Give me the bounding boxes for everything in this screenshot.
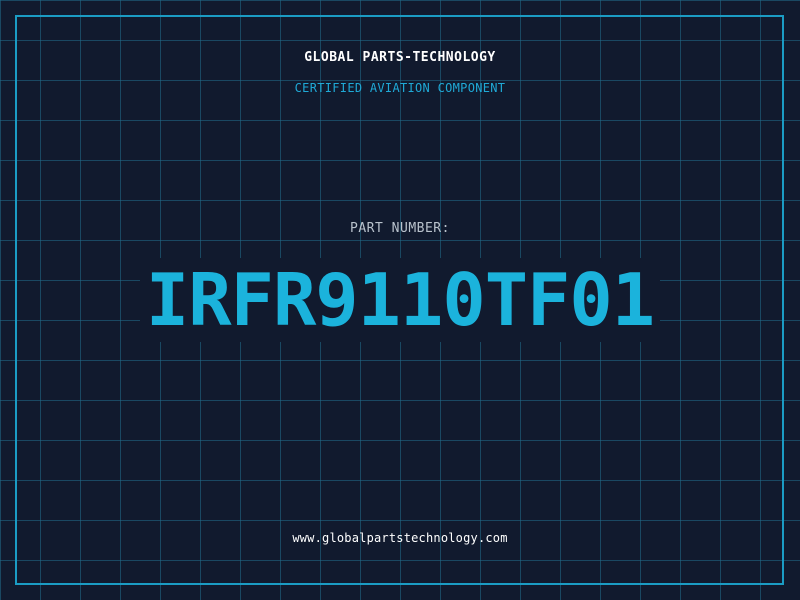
certificate-canvas: GLOBAL PARTS-TECHNOLOGY CERTIFIED AVIATI… (0, 0, 800, 600)
company-name: GLOBAL PARTS-TECHNOLOGY (304, 50, 496, 65)
certification-tagline: CERTIFIED AVIATION COMPONENT (294, 81, 506, 95)
part-number-label: PART NUMBER: (350, 221, 450, 236)
website-url[interactable]: www.globalpartstechnology.com (0, 531, 800, 545)
part-number: IRFR9110TF01 (139, 258, 661, 342)
part-number-container: IRFR9110TF01 (0, 255, 800, 345)
